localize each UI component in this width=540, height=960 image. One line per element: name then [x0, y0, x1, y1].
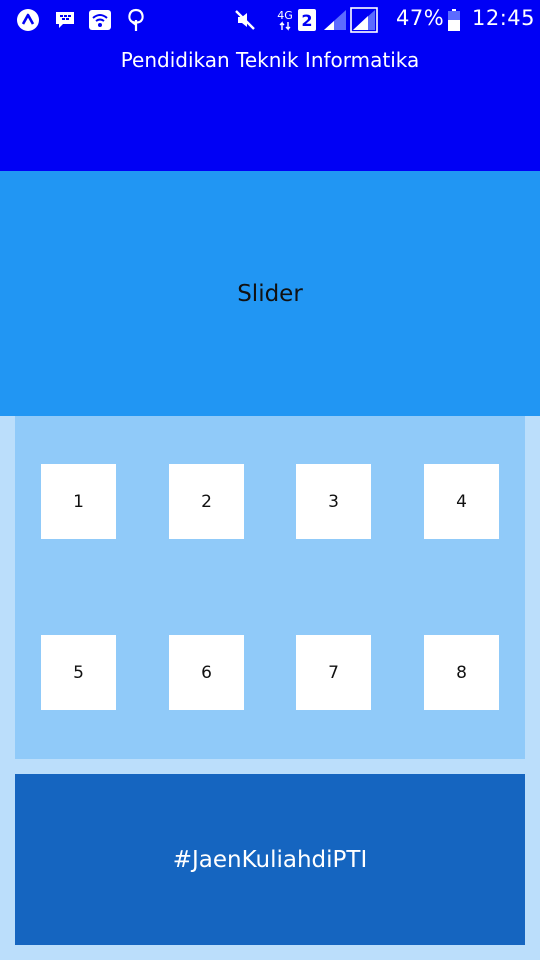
battery-icon	[448, 8, 460, 32]
menu-item-5[interactable]: 5	[41, 635, 116, 710]
battery-percent: 47%	[396, 6, 445, 30]
menu-item-7[interactable]: 7	[296, 635, 371, 710]
clock-time: 12:45	[472, 6, 536, 30]
slider-label: Slider	[237, 280, 303, 307]
signal-icon	[322, 8, 348, 32]
menu-item-3[interactable]: 3	[296, 464, 371, 539]
status-bar: 4G 2 47% 12:45	[0, 0, 540, 40]
sim-label: 2	[301, 10, 313, 30]
app-a-icon	[16, 8, 40, 32]
sim-2-icon: 2	[297, 8, 317, 32]
network-4g-icon: 4G	[276, 8, 294, 32]
menu-item-4[interactable]: 4	[424, 464, 499, 539]
menu-item-2[interactable]: 2	[169, 464, 244, 539]
hashtag-banner: #JaenKuliahdiPTI	[15, 774, 525, 945]
menu-grid: 1 2 3 4 5 6 7 8	[15, 416, 525, 759]
menu-item-6[interactable]: 6	[169, 635, 244, 710]
hashtag-text: #JaenKuliahdiPTI	[172, 846, 368, 873]
wifi-hotspot-icon	[88, 8, 112, 32]
mute-icon	[234, 8, 256, 32]
app-title: Pendidikan Teknik Informatika	[120, 48, 420, 72]
bbm-icon	[54, 8, 76, 32]
app-header: Pendidikan Teknik Informatika	[0, 40, 540, 171]
tree-icon	[125, 8, 147, 32]
slider[interactable]: Slider	[0, 171, 540, 416]
menu-item-1[interactable]: 1	[41, 464, 116, 539]
menu-item-8[interactable]: 8	[424, 635, 499, 710]
signal-icon	[350, 7, 378, 33]
network-type-label: 4G	[277, 8, 293, 22]
